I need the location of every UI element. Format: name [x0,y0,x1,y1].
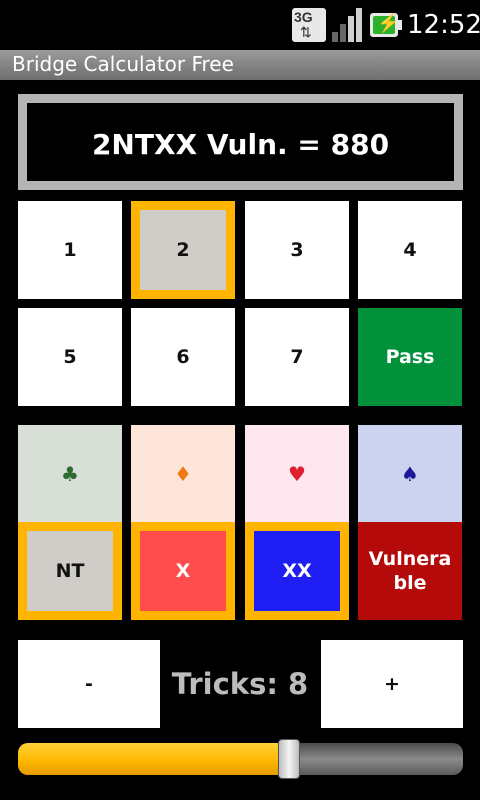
level-2-button[interactable]: 2 [131,201,235,299]
level-7-button[interactable]: 7 [245,308,349,406]
spades-icon: ♠ [401,462,419,486]
level-4-label: 4 [403,239,417,261]
contract-display: 2NTXX Vuln. = 880 [18,94,463,190]
title-bar: Bridge Calculator Free [0,50,480,80]
level-1-label: 1 [63,239,77,261]
hearts-icon: ♥ [288,462,306,486]
level-5-button[interactable]: 5 [18,308,122,406]
level-5-label: 5 [63,346,77,368]
slider-thumb[interactable] [278,739,301,779]
vulnerable-label: Vulnerable [368,548,452,594]
spades-button[interactable]: ♠ [358,425,462,523]
vulnerable-button[interactable]: Vulnerable [358,522,462,620]
minus-label: - [85,673,93,695]
hearts-button[interactable]: ♥ [245,425,349,523]
slider-fill [18,743,290,775]
app-title: Bridge Calculator Free [12,52,234,76]
redouble-label: XX [282,560,312,582]
level-3-button[interactable]: 3 [245,201,349,299]
signal-icon [332,8,362,42]
diamonds-icon: ♦ [174,462,192,486]
nt-button[interactable]: NT [18,522,122,620]
clubs-button[interactable]: ♣ [18,425,122,523]
redouble-button[interactable]: XX [245,522,349,620]
double-label: X [175,560,191,582]
status-bar: 3G ⇅ ⚡ 12:52 [0,0,480,50]
data-arrows-icon: ⇅ [300,24,312,40]
tricks-plus-button[interactable]: + [321,640,463,728]
level-3-label: 3 [290,239,304,261]
plus-label: + [384,673,400,695]
diamonds-button[interactable]: ♦ [131,425,235,523]
contract-score-text: 2NTXX Vuln. = 880 [91,128,390,161]
network-label: 3G [294,9,313,25]
battery-charging-icon: ⚡ [370,8,402,42]
pass-label: Pass [385,346,435,368]
pass-button[interactable]: Pass [358,308,462,406]
tricks-minus-button[interactable]: - [18,640,160,728]
3g-icon: 3G ⇅ [292,8,326,42]
level-6-label: 6 [176,346,190,368]
level-4-button[interactable]: 4 [358,201,462,299]
clubs-icon: ♣ [61,462,79,486]
level-7-label: 7 [290,346,304,368]
status-time: 12:52 [407,10,480,40]
double-button[interactable]: X [131,522,235,620]
level-2-label: 2 [176,239,190,261]
level-6-button[interactable]: 6 [131,308,235,406]
level-1-button[interactable]: 1 [18,201,122,299]
tricks-count: Tricks: 8 [171,667,309,701]
nt-label: NT [55,560,85,582]
tricks-slider[interactable] [18,739,463,779]
